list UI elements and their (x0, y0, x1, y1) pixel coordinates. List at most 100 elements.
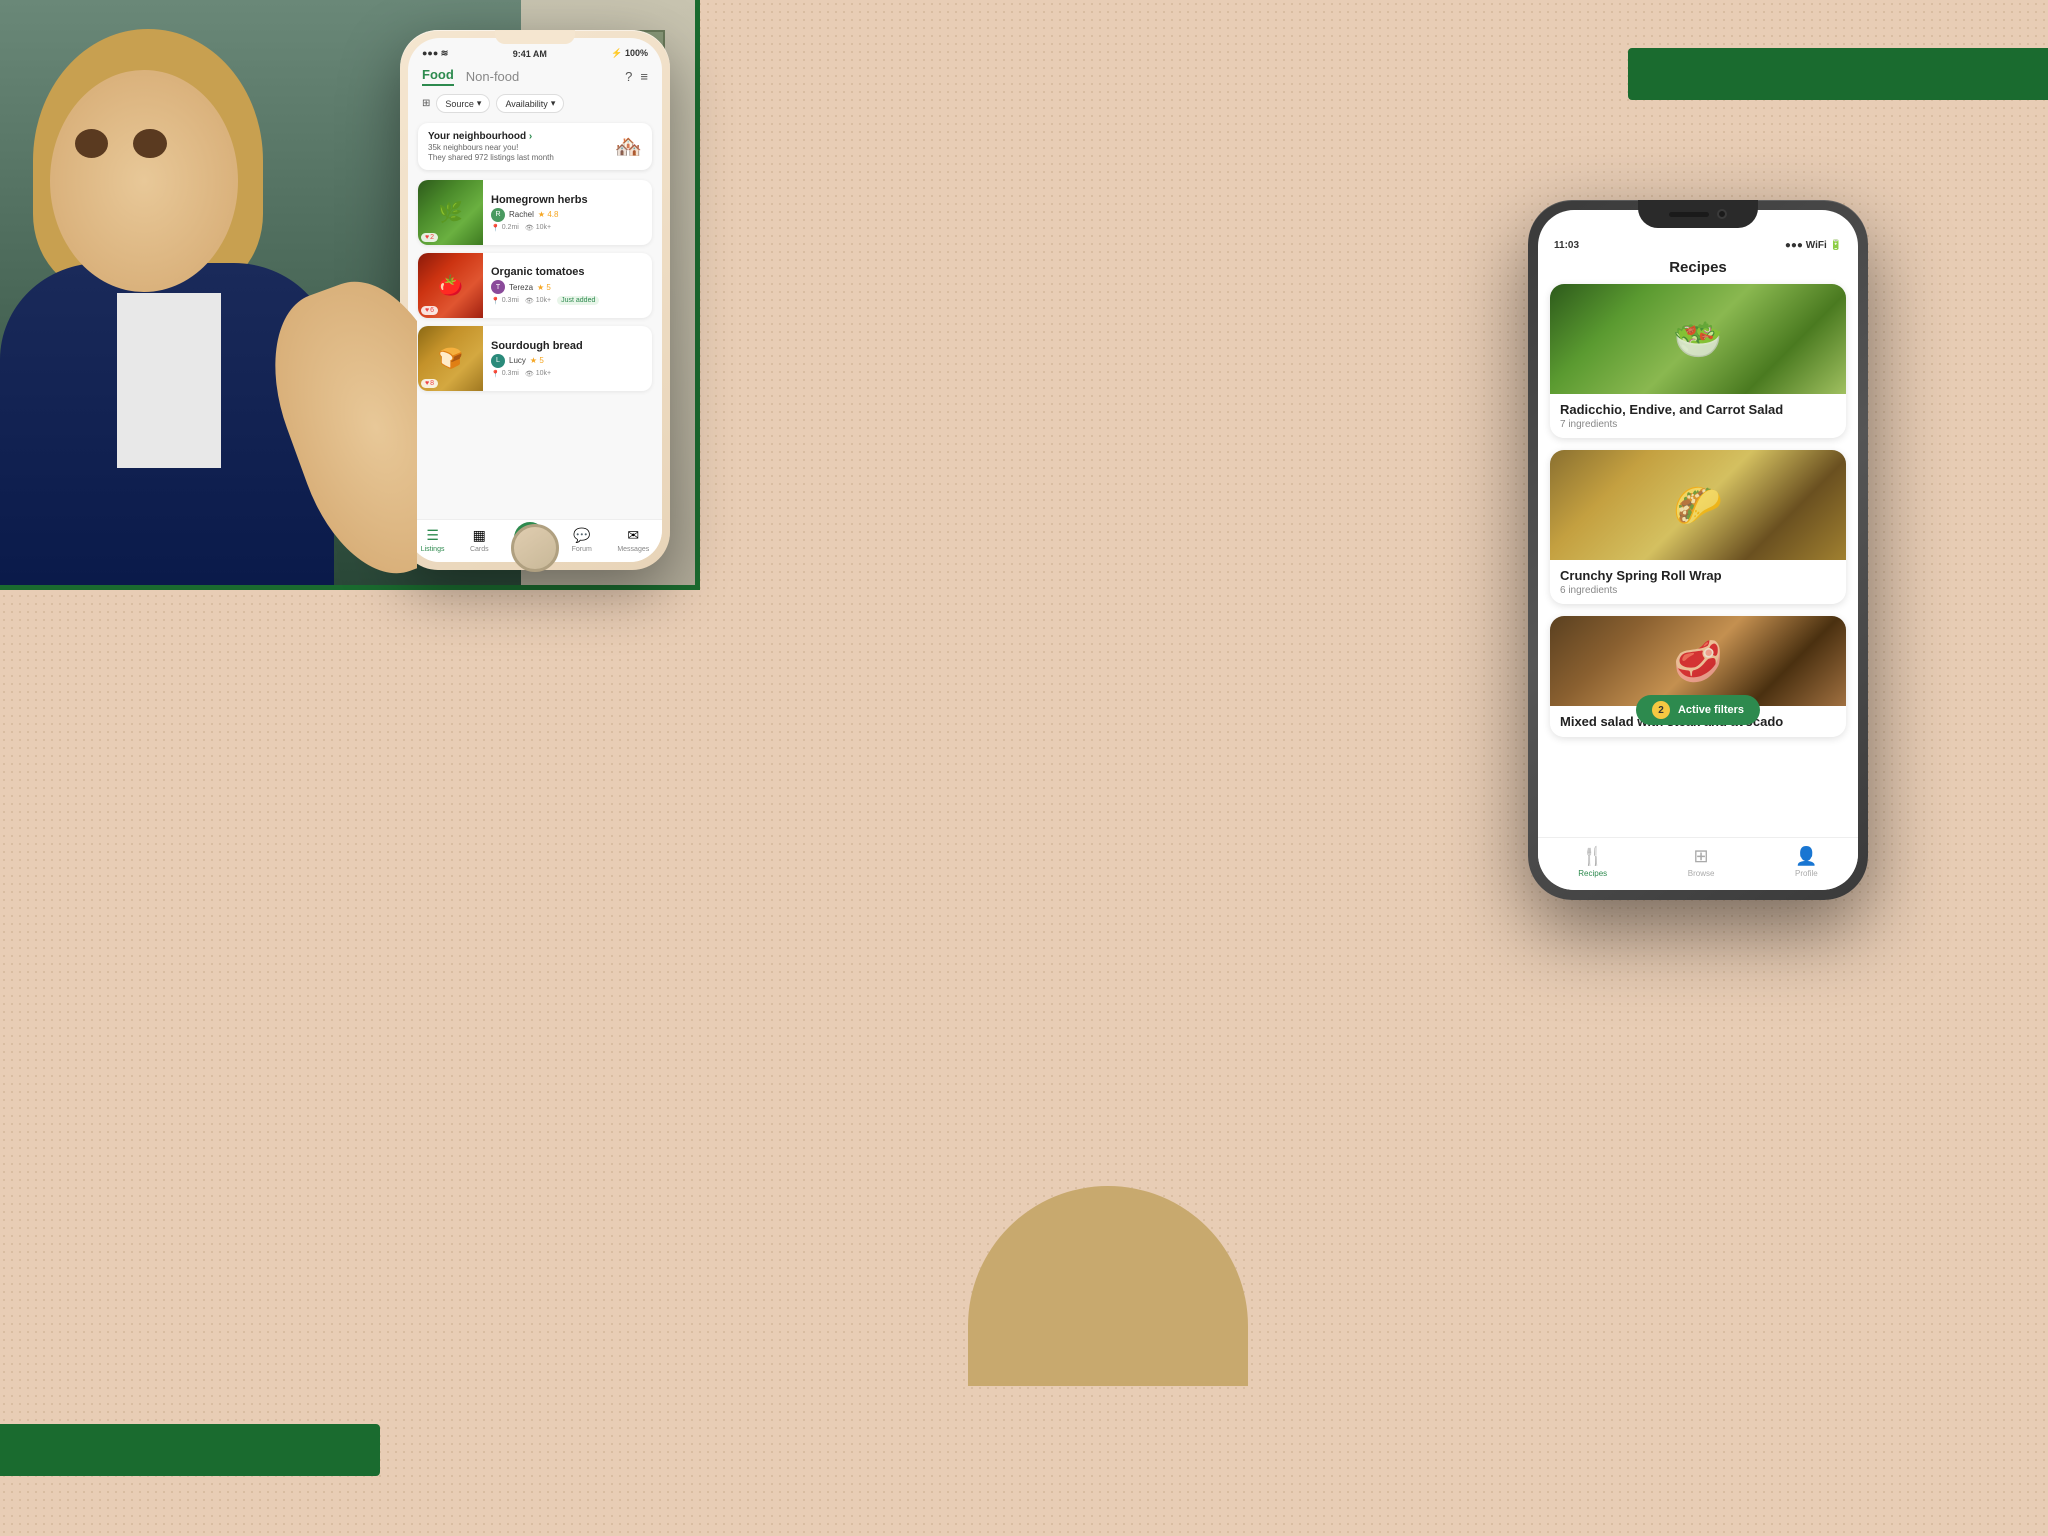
new-badge: Just added (557, 296, 599, 305)
listing-info: Homegrown herbs R Rachel ★ 4.8 📍 0.2mi 👁… (483, 188, 652, 238)
phone1-frame: ●●● ≋ 9:41 AM ⚡ 100% Food Non-food ? ≡ ⊞ (400, 30, 670, 570)
browse-label: Browse (1688, 869, 1715, 878)
listing-title: Organic tomatoes (491, 266, 644, 278)
decorative-green-bar-bottom (0, 1424, 380, 1476)
recipe-card[interactable]: 🌮 Crunchy Spring Roll Wrap 6 ingredients (1550, 450, 1846, 604)
source-filter[interactable]: Source ▾ (436, 94, 490, 113)
phone2-status-icons: ●●● WiFi 🔋 (1785, 240, 1842, 251)
distance: 📍 0.3mi (491, 297, 519, 305)
phone2-bottom-nav: 🍴 Recipes ⊞ Browse 👤 Profile (1538, 837, 1858, 890)
phone1-home-button[interactable] (511, 524, 559, 572)
listing-item[interactable]: 🍞 ♥ 8 Sourdough bread L Lucy ★ 5 📍 0.3mi… (418, 326, 652, 391)
phone2-title: Recipes (1538, 255, 1858, 284)
help-icon[interactable]: ? (625, 69, 632, 84)
recipe-card[interactable]: 🥩 Mixed salad with steak and avocado 2 A… (1550, 616, 1846, 737)
browse-icon: ⊞ (1694, 846, 1709, 867)
listings-label: Listings (421, 546, 445, 553)
listing-user: R Rachel ★ 4.8 (491, 208, 644, 222)
notch-speaker (1669, 212, 1709, 217)
count: 👁 10k+ (525, 297, 551, 305)
listing-meta: 📍 0.3mi 👁 10k+ (491, 370, 644, 378)
profile-label: Profile (1795, 869, 1818, 878)
recipe-info: Crunchy Spring Roll Wrap 6 ingredients (1550, 560, 1846, 604)
active-filters-label: Active filters (1678, 704, 1744, 716)
neighbourhood-card[interactable]: Your neighbourhood › 35k neighbours near… (418, 123, 652, 170)
cards-label: Cards (470, 546, 489, 553)
recipe-image-salad: 🥗 (1550, 284, 1846, 394)
listing-meta: 📍 0.2mi 👁 10k+ (491, 224, 644, 232)
distance: 📍 0.3mi (491, 370, 519, 378)
p2-nav-profile[interactable]: 👤 Profile (1795, 846, 1818, 878)
phone1-screen: ●●● ≋ 9:41 AM ⚡ 100% Food Non-food ? ≡ ⊞ (408, 38, 662, 562)
listings-icon: ☰ (426, 527, 439, 544)
listing-item[interactable]: 🍅 ♥ 6 Organic tomatoes T Tereza ★ 5 📍 0.… (418, 253, 652, 318)
listing-user: L Lucy ★ 5 (491, 354, 644, 368)
recipes-label: Recipes (1578, 869, 1607, 878)
active-filters-badge[interactable]: 2 Active filters (1636, 695, 1760, 725)
recipe-image-wrap: 🌮 (1550, 450, 1846, 560)
user-name: Lucy (509, 356, 526, 365)
recipes-icon: 🍴 (1582, 846, 1604, 867)
listing-title: Sourdough bread (491, 340, 644, 352)
chevron-down-icon: ▾ (551, 98, 556, 109)
phone1-battery: ⚡ 100% (611, 48, 648, 59)
filter-count: 2 (1652, 701, 1670, 719)
listing-image-bread: 🍞 ♥ 8 (418, 326, 483, 391)
phone1-time: 9:41 AM (513, 49, 547, 59)
phone1-content: ●●● ≋ 9:41 AM ⚡ 100% Food Non-food ? ≡ ⊞ (408, 38, 662, 562)
nav-listings[interactable]: ☰ Listings (421, 527, 445, 553)
p2-nav-browse[interactable]: ⊞ Browse (1688, 846, 1715, 878)
neighbourhood-illustration: 🏘️ (615, 134, 642, 160)
phone2: 11:03 ●●● WiFi 🔋 Recipes 🥗 Radicchio, En… (1528, 200, 1868, 900)
listing-info: Sourdough bread L Lucy ★ 5 📍 0.3mi 👁 10k… (483, 334, 652, 384)
listing-heart: ♥ 6 (421, 306, 438, 315)
phone1-notch (495, 30, 575, 44)
tab-non-food[interactable]: Non-food (466, 69, 519, 84)
p2-nav-recipes[interactable]: 🍴 Recipes (1578, 846, 1607, 878)
neighbourhood-text: Your neighbourhood › 35k neighbours near… (428, 131, 554, 162)
profile-icon: 👤 (1795, 846, 1817, 867)
user-name: Rachel (509, 210, 534, 219)
recipe-image-steak: 🥩 (1550, 616, 1846, 706)
messages-label: Messages (617, 546, 649, 553)
nav-cards[interactable]: ▦ Cards (470, 527, 489, 553)
forum-icon: 💬 (573, 527, 590, 544)
menu-icon[interactable]: ≡ (640, 69, 648, 84)
listing-meta: 📍 0.3mi 👁 10k+ Just added (491, 296, 644, 305)
filter-icon[interactable]: ⊞ (422, 98, 430, 109)
phone2-time: 11:03 (1554, 240, 1579, 251)
decorative-gold-circle (968, 1186, 1248, 1386)
user-rating: ★ 5 (530, 356, 544, 365)
availability-filter[interactable]: Availability ▾ (496, 94, 564, 113)
count: 👁 10k+ (525, 370, 551, 378)
user-avatar: T (491, 280, 505, 294)
chevron-right-icon: › (529, 131, 532, 142)
distance: 📍 0.2mi (491, 224, 519, 232)
filters-row: ⊞ Source ▾ Availability ▾ (408, 90, 662, 117)
phone2-content: 11:03 ●●● WiFi 🔋 Recipes 🥗 Radicchio, En… (1538, 210, 1858, 890)
recipe-info: Radicchio, Endive, and Carrot Salad 7 in… (1550, 394, 1846, 438)
forum-label: Forum (572, 546, 592, 553)
count: 👁 10k+ (525, 224, 551, 232)
listing-heart: ♥ 8 (421, 379, 438, 388)
listing-image-tomatoes: 🍅 ♥ 6 (418, 253, 483, 318)
recipe-card[interactable]: 🥗 Radicchio, Endive, and Carrot Salad 7 … (1550, 284, 1846, 438)
phone1: ●●● ≋ 9:41 AM ⚡ 100% Food Non-food ? ≡ ⊞ (400, 30, 670, 570)
messages-icon: ✉ (627, 527, 639, 544)
listing-info: Organic tomatoes T Tereza ★ 5 📍 0.3mi 👁 … (483, 260, 652, 311)
tab-food[interactable]: Food (422, 67, 454, 86)
recipe-ingredients: 6 ingredients (1560, 585, 1836, 596)
neighbourhood-detail: They shared 972 listings last month (428, 153, 554, 162)
user-rating: ★ 4.8 (538, 210, 559, 219)
listing-item[interactable]: 🌿 ♥ 2 Homegrown herbs R Rachel ★ 4.8 📍 0… (418, 180, 652, 245)
phone2-screen: 11:03 ●●● WiFi 🔋 Recipes 🥗 Radicchio, En… (1538, 210, 1858, 890)
nav-messages[interactable]: ✉ Messages (617, 527, 649, 553)
user-avatar: L (491, 354, 505, 368)
phone1-tabs: Food Non-food ? ≡ (408, 63, 662, 90)
neighbourhood-subtitle: 35k neighbours near you! (428, 143, 554, 152)
decorative-green-bar-top (1628, 48, 2048, 100)
neighbourhood-title: Your neighbourhood › (428, 131, 554, 142)
nav-forum[interactable]: 💬 Forum (572, 527, 592, 553)
nav-icons: ? ≡ (625, 69, 648, 84)
user-rating: ★ 5 (537, 283, 551, 292)
